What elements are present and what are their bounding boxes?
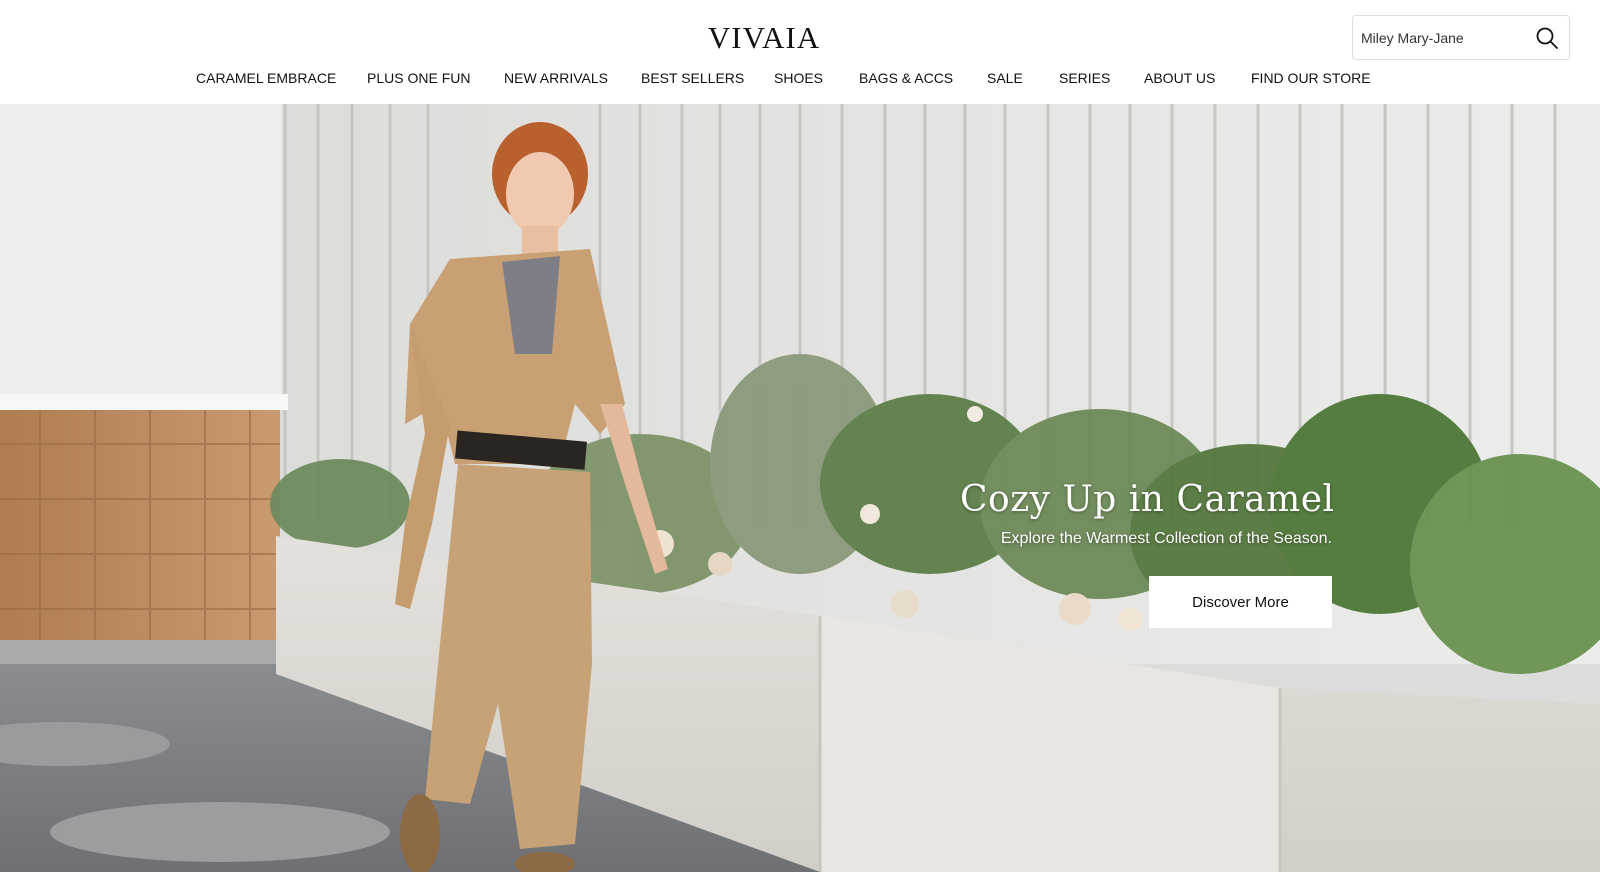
search-button[interactable] <box>1535 25 1561 51</box>
site-header: VIVAIA CARAMEL EMBRACE PLUS ONE FUN NEW … <box>0 0 1600 104</box>
search-icon <box>1536 27 1558 49</box>
hero-image <box>0 104 1600 872</box>
nav-item-sale[interactable]: SALE <box>987 70 1023 86</box>
nav-item-about-us[interactable]: ABOUT US <box>1144 70 1215 86</box>
nav-item-find-our-store[interactable]: FIND OUR STORE <box>1251 70 1371 86</box>
search-input[interactable] <box>1361 26 1526 50</box>
main-nav: CARAMEL EMBRACE PLUS ONE FUN NEW ARRIVAL… <box>0 66 1600 92</box>
search-box[interactable] <box>1352 15 1570 60</box>
nav-item-new-arrivals[interactable]: NEW ARRIVALS <box>504 70 608 86</box>
nav-item-series[interactable]: SERIES <box>1059 70 1110 86</box>
nav-item-bags-accs[interactable]: BAGS & ACCS <box>859 70 953 86</box>
hero-subtitle: Explore the Warmest Collection of the Se… <box>1000 530 1332 547</box>
nav-item-best-sellers[interactable]: BEST SELLERS <box>641 70 744 86</box>
nav-item-plus-one-fun[interactable]: PLUS ONE FUN <box>367 70 470 86</box>
hero-banner[interactable]: Cozy Up in Caramel Explore the Warmest C… <box>0 104 1600 872</box>
hero-title: Cozy Up in Caramel <box>960 479 1335 520</box>
nav-item-caramel-embrace[interactable]: CARAMEL EMBRACE <box>196 70 336 86</box>
nav-item-shoes[interactable]: SHOES <box>774 70 823 86</box>
discover-more-button[interactable]: Discover More <box>1149 576 1332 628</box>
brand-logo[interactable]: VIVAIA <box>703 20 825 56</box>
hero-text-block: Cozy Up in Caramel Explore the Warmest C… <box>960 479 1335 548</box>
